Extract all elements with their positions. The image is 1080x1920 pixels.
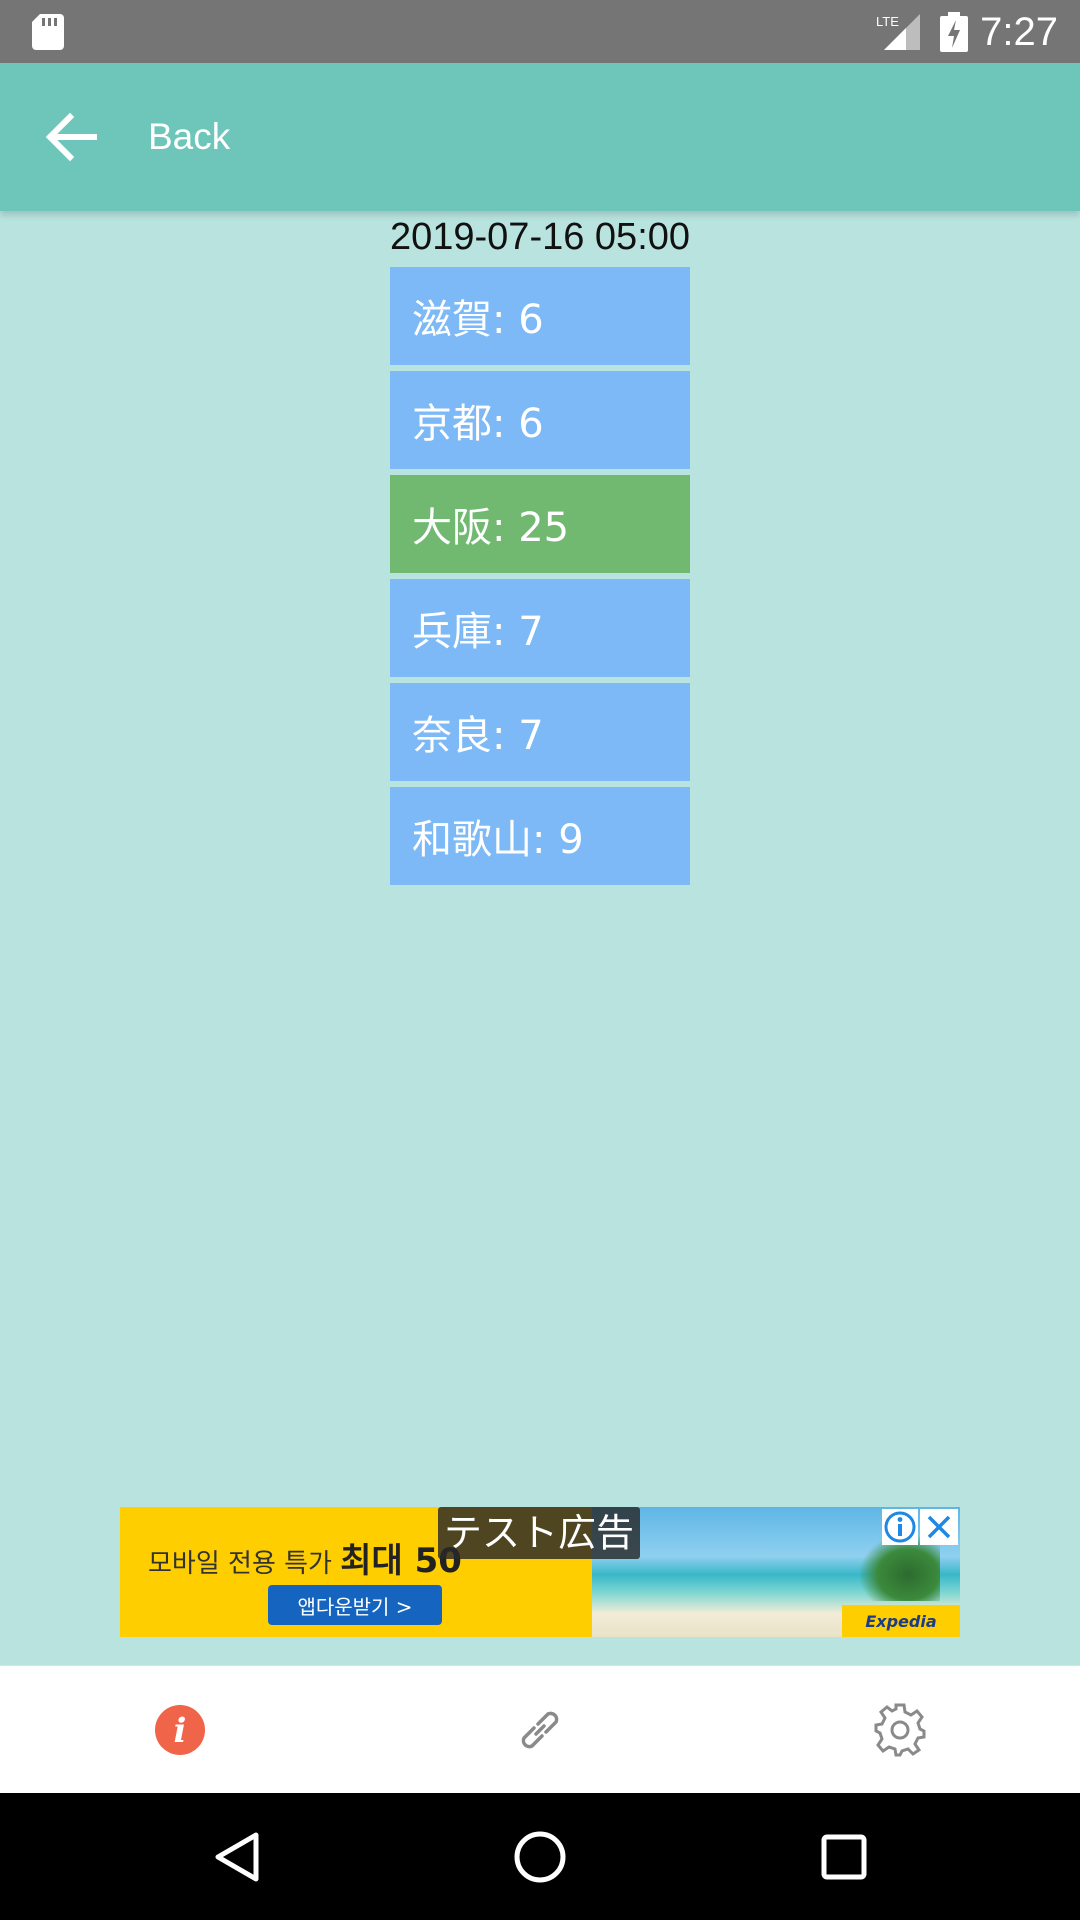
sd-card-icon — [32, 14, 64, 50]
app-bar: Back — [0, 63, 1080, 211]
lte-signal-icon: LTE — [876, 14, 920, 50]
prefecture-item-osaka[interactable]: 大阪: 25 — [390, 475, 690, 573]
link-icon — [521, 1711, 559, 1749]
status-clock: 7:27 — [980, 10, 1058, 54]
ad-download-button[interactable]: 앱다운받기 > — [268, 1585, 442, 1625]
prefecture-item-shiga[interactable]: 滋賀: 6 — [390, 267, 690, 365]
network-type-label: LTE — [876, 14, 899, 29]
ad-banner[interactable]: 모바일 전용 특가 최대 50 앱다운받기 > Expedia テスト広告 — [120, 1507, 960, 1637]
ad-close-icon[interactable] — [920, 1509, 958, 1545]
nav-item-settings[interactable] — [854, 1684, 946, 1776]
status-bar: LTE 7:27 — [0, 0, 1080, 63]
back-button-label[interactable]: Back — [148, 113, 230, 161]
ad-headline: 모바일 전용 특가 최대 50 — [148, 1533, 462, 1582]
info-icon: i — [155, 1705, 205, 1755]
gear-icon — [874, 1703, 926, 1757]
battery-charging-icon — [940, 12, 968, 52]
prefecture-item-kyoto[interactable]: 京都: 6 — [390, 371, 690, 469]
arrow-left-icon[interactable] — [44, 111, 100, 163]
ad-headline-prefix: 모바일 전용 특가 — [148, 1549, 332, 1579]
svg-text:i: i — [174, 1711, 187, 1751]
back-triangle-icon[interactable] — [206, 1825, 270, 1889]
ad-test-label: テスト広告 — [438, 1507, 641, 1559]
nav-item-info[interactable]: i — [134, 1684, 226, 1776]
bottom-nav: i — [0, 1665, 1080, 1794]
prefecture-list: 滋賀: 6 京都: 6 大阪: 25 兵庫: 7 奈良: 7 和歌山: 9 — [390, 267, 690, 891]
prefecture-item-hyogo[interactable]: 兵庫: 7 — [390, 579, 690, 677]
recents-square-icon[interactable] — [812, 1825, 876, 1889]
prefecture-item-nara[interactable]: 奈良: 7 — [390, 683, 690, 781]
prefecture-item-wakayama[interactable]: 和歌山: 9 — [390, 787, 690, 885]
home-circle-icon[interactable] — [508, 1825, 572, 1889]
system-nav-bar — [0, 1793, 1080, 1920]
observation-timestamp: 2019-07-16 05:00 — [389, 216, 691, 258]
nav-item-link[interactable] — [494, 1684, 586, 1776]
ad-info-icon[interactable] — [882, 1509, 918, 1545]
ad-brand-logo: Expedia — [842, 1605, 960, 1637]
